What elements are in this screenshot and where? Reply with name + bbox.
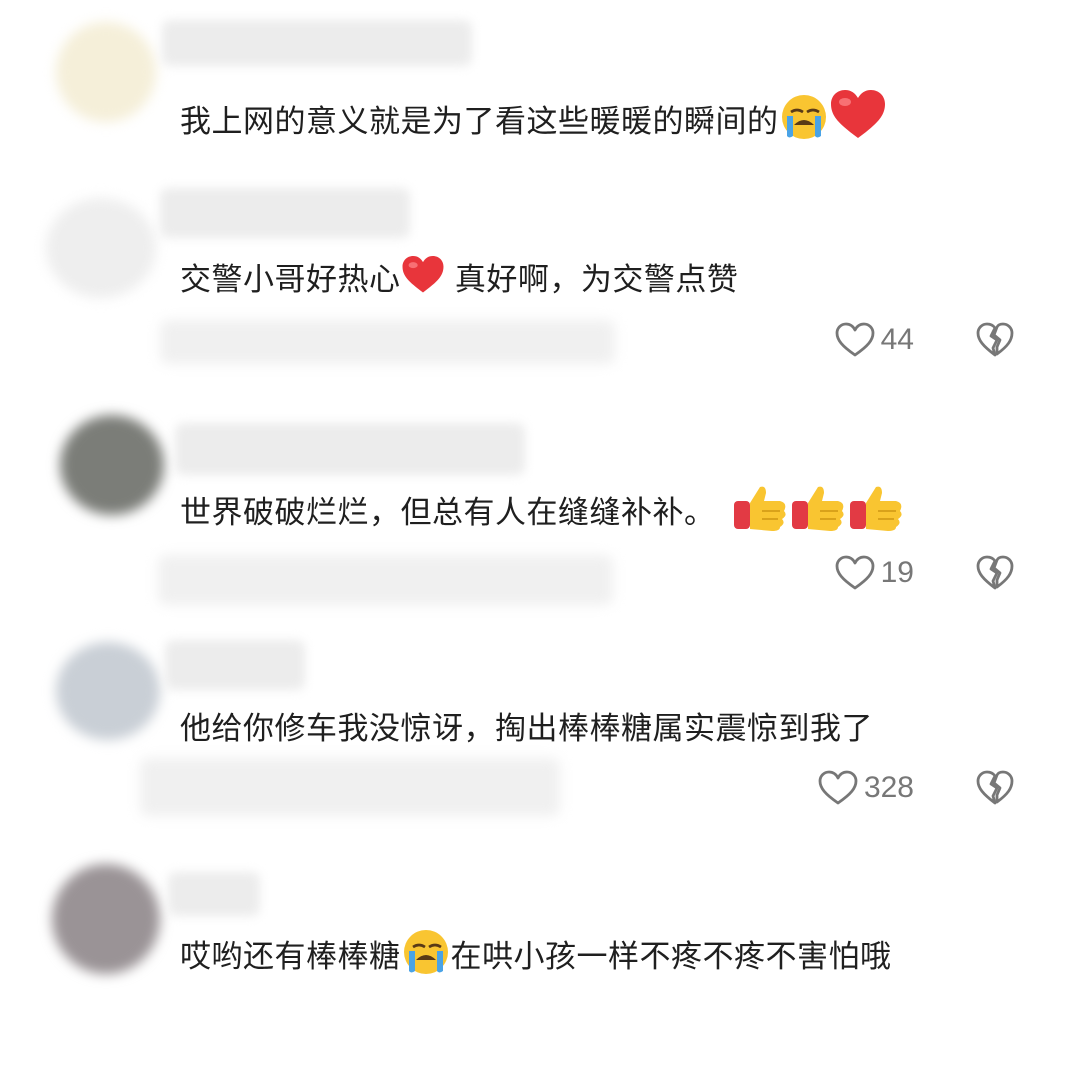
comment-text: 哎哟还有棒棒糖 在哄小孩一样不疼不疼不害怕哦	[180, 916, 1000, 998]
comment-item: 他给你修车我没惊讶，掏出棒棒糖属实震惊到我了 328	[0, 630, 1080, 845]
like-count: 44	[880, 323, 914, 356]
red-heart-icon	[829, 88, 887, 142]
username-blurred[interactable]	[165, 640, 305, 690]
broken-heart-icon	[976, 770, 1014, 806]
comment-text: 他给你修车我没惊讶，掏出棒棒糖属实震惊到我了	[180, 704, 873, 754]
comment-item: 哎哟还有棒棒糖 在哄小孩一样不疼不疼不害怕哦	[0, 850, 1080, 1066]
comment-text: 我上网的意义就是为了看这些暖暖的瞬间的	[180, 88, 887, 147]
username-blurred[interactable]	[160, 188, 410, 238]
like-count: 328	[863, 771, 914, 804]
avatar[interactable]	[52, 864, 160, 974]
comment-item: 交警小哥好热心 真好啊，为交警点赞 44	[0, 170, 1080, 390]
loudly-crying-face-icon	[779, 92, 829, 142]
dislike-button[interactable]	[976, 770, 1014, 806]
like-count: 19	[880, 556, 914, 589]
comment-list: 我上网的意义就是为了看这些暖暖的瞬间的 交警小哥好热心 真好啊，为交警点赞 44…	[0, 0, 1080, 1066]
avatar[interactable]	[60, 415, 164, 515]
heart-outline-icon	[835, 555, 875, 591]
dislike-button[interactable]	[976, 322, 1014, 358]
broken-heart-icon	[976, 555, 1014, 591]
comment-text: 世界破破烂烂，但总有人在缝缝补补。	[180, 483, 906, 538]
thumbs-up-icon	[732, 483, 790, 533]
like-button[interactable]: 19	[835, 555, 914, 591]
comment-text-part: 真好啊，为交警点赞	[444, 262, 739, 298]
comment-meta-blurred	[140, 758, 560, 816]
comment-actions: 19	[835, 551, 1014, 595]
broken-heart-icon	[976, 322, 1014, 358]
thumbs-up-icon	[790, 483, 848, 533]
comment-text-part: 在哄小孩一样不疼不疼不害怕哦	[450, 939, 892, 975]
comment-actions: 44	[835, 318, 1014, 362]
comment-meta-blurred	[158, 555, 613, 605]
avatar[interactable]	[56, 642, 160, 740]
comment-actions: 328	[818, 766, 1014, 810]
comment-text-part: 哎哟还有棒棒糖	[180, 939, 401, 975]
avatar[interactable]	[56, 22, 156, 122]
dislike-button[interactable]	[976, 555, 1014, 591]
avatar[interactable]	[46, 198, 156, 298]
comment-text-body: 他给你修车我没惊讶，掏出棒棒糖属实震惊到我了	[180, 711, 873, 747]
heart-outline-icon	[835, 322, 875, 358]
thumbs-up-icon	[848, 483, 906, 533]
username-blurred[interactable]	[162, 20, 472, 66]
comment-text-body: 世界破破烂烂，但总有人在缝缝补补。	[180, 495, 716, 531]
comment-item: 我上网的意义就是为了看这些暖暖的瞬间的	[0, 0, 1080, 170]
comment-text: 交警小哥好热心 真好啊，为交警点赞	[180, 254, 738, 305]
like-button[interactable]: 44	[835, 322, 914, 358]
comment-text-part: 交警小哥好热心	[180, 262, 401, 298]
username-blurred[interactable]	[168, 872, 260, 916]
comment-item: 世界破破烂烂，但总有人在缝缝补补。 19	[0, 395, 1080, 630]
red-heart-icon	[401, 254, 445, 296]
loudly-crying-face-icon	[401, 927, 451, 977]
like-button[interactable]: 328	[818, 770, 914, 806]
heart-outline-icon	[818, 770, 858, 806]
comment-meta-blurred	[160, 320, 615, 364]
comment-text-body: 我上网的意义就是为了看这些暖暖的瞬间的	[180, 104, 779, 140]
username-blurred[interactable]	[175, 423, 525, 475]
